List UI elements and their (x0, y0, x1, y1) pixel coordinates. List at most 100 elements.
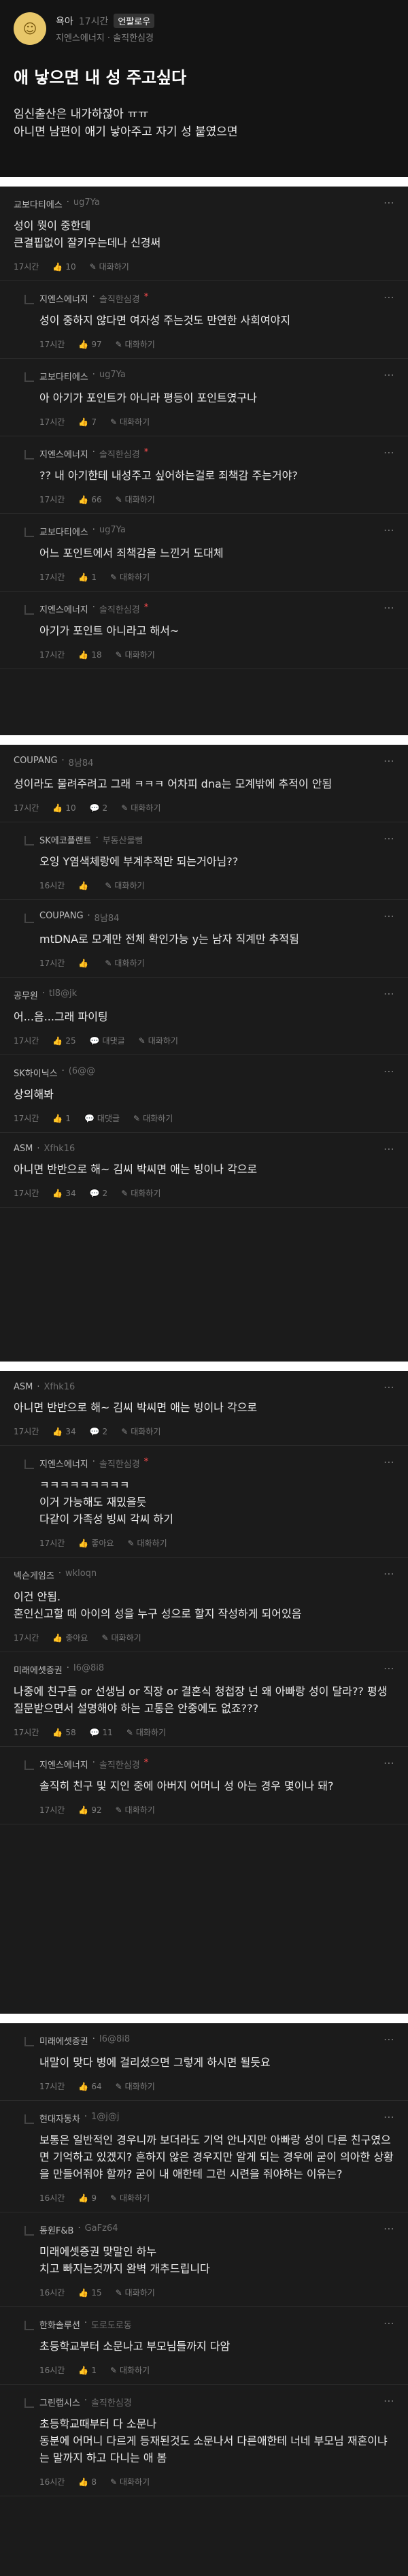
more-options-icon[interactable]: ⋯ (384, 446, 394, 459)
chat-button[interactable]: ✎ 대화하기 (116, 2287, 155, 2298)
comment-author[interactable]: COUPANG (14, 756, 58, 769)
like-button[interactable]: 👍 10 (52, 803, 75, 813)
comment-author[interactable]: 교보다티에스 (14, 197, 63, 210)
like-button[interactable]: 👍 34 (52, 1189, 75, 1198)
more-options-icon[interactable]: ⋯ (384, 1065, 394, 1078)
avatar[interactable]: ☺ (14, 12, 46, 45)
reply-count-button[interactable]: 💬 2 (90, 803, 108, 813)
more-options-icon[interactable]: ⋯ (384, 2222, 394, 2235)
chat-button[interactable]: ✎ 대화하기 (121, 1426, 160, 1437)
more-options-icon[interactable]: ⋯ (384, 524, 394, 536)
comment-author[interactable]: 미래에셋증권 (39, 2034, 88, 2047)
reply-count-button[interactable]: 💬 대댓글 (90, 1035, 125, 1046)
like-button[interactable]: 👍 (78, 881, 91, 890)
comment-author[interactable]: 현대자동차 (39, 2112, 80, 2125)
post-author[interactable]: 욕아 (56, 14, 73, 28)
more-options-icon[interactable]: ⋯ (384, 1455, 394, 1468)
like-button[interactable]: 👍 1 (78, 2366, 97, 2375)
comment-author[interactable]: 교보다티에스 (39, 525, 88, 538)
like-button[interactable]: 👍 97 (78, 340, 101, 349)
like-button[interactable]: 👍 10 (52, 262, 75, 272)
chat-button[interactable]: ✎ 대화하기 (110, 2192, 150, 2204)
comment-author[interactable]: ASM (14, 1144, 33, 1154)
chat-button[interactable]: ✎ 대화하기 (126, 1726, 166, 1738)
like-button[interactable]: 👍 좋아요 (52, 1632, 88, 1643)
reply-count-button[interactable]: 💬 2 (90, 1427, 108, 1436)
chat-button[interactable]: ✎ 대화하기 (101, 1632, 141, 1643)
comment-author[interactable]: 넥슨게임즈 (14, 1568, 54, 1581)
more-options-icon[interactable]: ⋯ (384, 2317, 394, 2330)
comment-author[interactable]: 공무원 (14, 988, 38, 1001)
more-options-icon[interactable]: ⋯ (384, 196, 394, 209)
chat-button[interactable]: ✎ 대화하기 (121, 802, 160, 814)
more-options-icon[interactable]: ⋯ (384, 987, 394, 1000)
comment-author[interactable]: 지엔스에너지 (39, 602, 88, 615)
comment-author[interactable]: 지엔스에너지 (39, 447, 88, 460)
chat-button[interactable]: ✎ 대화하기 (116, 338, 155, 350)
comment-author[interactable]: 지엔스에너지 (39, 1457, 88, 1470)
like-button[interactable]: 👍 1 (52, 1114, 71, 1123)
more-options-icon[interactable]: ⋯ (384, 1756, 394, 1769)
chat-button[interactable]: ✎ 대화하기 (110, 2364, 150, 2376)
thumbs-up-icon: 👍 (78, 2081, 89, 2091)
more-options-icon[interactable]: ⋯ (384, 1142, 394, 1155)
comment-author[interactable]: 미래에셋증권 (14, 1663, 63, 1676)
follow-button[interactable]: 언팔로우 (114, 14, 155, 28)
like-button[interactable]: 👍 92 (78, 1805, 101, 1815)
chat-button[interactable]: ✎ 대화하기 (90, 261, 129, 272)
like-button[interactable]: 👍 66 (78, 495, 101, 504)
more-options-icon[interactable]: ⋯ (384, 601, 394, 614)
like-button[interactable]: 👍 15 (78, 2288, 101, 2298)
like-button[interactable]: 👍 18 (78, 650, 101, 660)
like-button[interactable]: 👍 9 (78, 2193, 97, 2203)
more-options-icon[interactable]: ⋯ (384, 291, 394, 304)
chat-button[interactable]: ✎ 대화하기 (116, 649, 155, 660)
like-button[interactable]: 👍 34 (52, 1427, 75, 1436)
comment-author[interactable]: SK하이닉스 (14, 1066, 58, 1079)
more-options-icon[interactable]: ⋯ (384, 2394, 394, 2407)
more-options-icon[interactable]: ⋯ (384, 754, 394, 767)
chat-label: 대화하기 (124, 1805, 155, 1815)
like-button[interactable]: 👍 7 (78, 417, 97, 427)
comment-author[interactable]: ASM (14, 1382, 33, 1392)
comment-author[interactable]: 동원F&B (39, 2223, 73, 2236)
chat-button[interactable]: ✎ 대화하기 (116, 494, 155, 505)
like-button[interactable]: 👍 좋아요 (78, 1537, 114, 1549)
like-button[interactable]: 👍 64 (78, 2082, 101, 2091)
reply-count-button[interactable]: 💬 2 (90, 1189, 108, 1198)
chat-button[interactable]: ✎ 대화하기 (116, 2080, 155, 2092)
like-button[interactable]: 👍 8 (78, 2477, 97, 2487)
chat-button[interactable]: ✎ 대화하기 (110, 2476, 150, 2488)
comment-author[interactable]: 교보다티에스 (39, 370, 88, 383)
chat-button[interactable]: ✎ 대화하기 (139, 1035, 178, 1046)
comment-author[interactable]: 그린랩시스 (39, 2396, 80, 2409)
chat-button[interactable]: ✎ 대화하기 (110, 571, 150, 583)
comment-author[interactable]: 지엔스에너지 (39, 292, 88, 305)
chat-button[interactable]: ✎ 대화하기 (116, 1804, 155, 1816)
chat-button[interactable]: ✎ 대화하기 (133, 1112, 173, 1124)
more-options-icon[interactable]: ⋯ (384, 1662, 394, 1675)
chat-button[interactable]: ✎ 대화하기 (127, 1537, 167, 1549)
more-options-icon[interactable]: ⋯ (384, 368, 394, 381)
chat-button[interactable]: ✎ 대화하기 (105, 880, 144, 891)
chat-button[interactable]: ✎ 대화하기 (121, 1187, 160, 1199)
like-button[interactable]: 👍 1 (78, 573, 97, 582)
divider (0, 735, 408, 745)
reply-count-button[interactable]: 💬 대댓글 (84, 1112, 120, 1124)
more-options-icon[interactable]: ⋯ (384, 1567, 394, 1580)
more-options-icon[interactable]: ⋯ (384, 832, 394, 845)
like-button[interactable]: 👍 58 (52, 1728, 75, 1737)
reply-count-button[interactable]: 💬 11 (90, 1728, 113, 1737)
comment-author[interactable]: COUPANG (39, 911, 84, 924)
like-button[interactable]: 👍 25 (52, 1036, 75, 1046)
more-options-icon[interactable]: ⋯ (384, 2033, 394, 2046)
more-options-icon[interactable]: ⋯ (384, 2110, 394, 2123)
like-button[interactable]: 👍 (78, 959, 91, 968)
comment-author[interactable]: 한화솔루션 (39, 2318, 80, 2331)
comment-author[interactable]: 지엔스에너지 (39, 1758, 88, 1771)
chat-button[interactable]: ✎ 대화하기 (105, 957, 144, 969)
more-options-icon[interactable]: ⋯ (384, 1381, 394, 1394)
more-options-icon[interactable]: ⋯ (384, 909, 394, 922)
comment-author[interactable]: SK에코플랜트 (39, 833, 92, 846)
chat-button[interactable]: ✎ 대화하기 (110, 416, 150, 428)
